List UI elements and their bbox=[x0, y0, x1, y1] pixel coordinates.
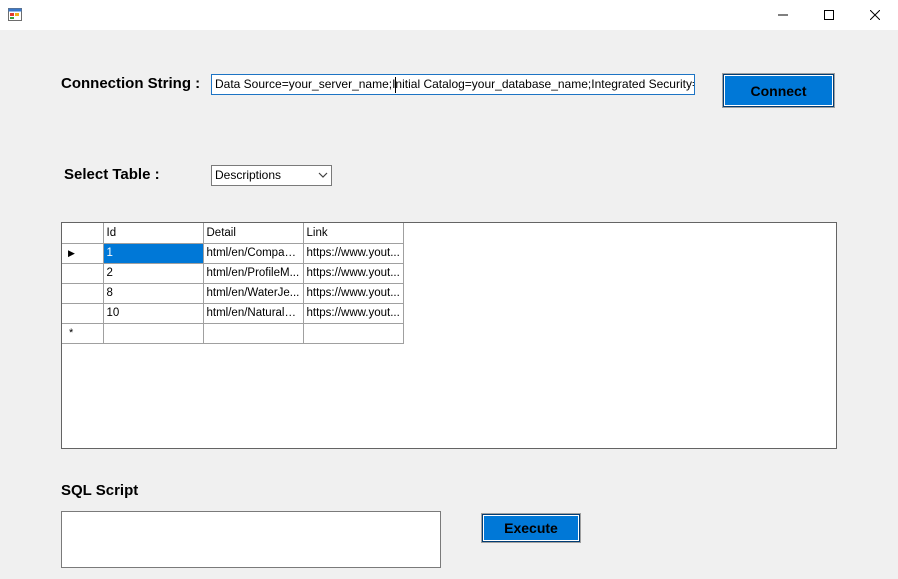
cell-detail[interactable]: html/en/WaterJe... bbox=[202, 282, 304, 304]
app-icon bbox=[8, 8, 22, 21]
cell-detail-text: html/en/NaturalS... bbox=[206, 307, 301, 319]
cell-id[interactable]: 2 bbox=[102, 262, 204, 284]
sql-script-label: SQL Script bbox=[61, 482, 139, 499]
text-caret bbox=[395, 77, 396, 93]
connection-string-label: Connection String : bbox=[61, 75, 201, 92]
column-header-id[interactable]: Id bbox=[102, 223, 204, 244]
cell-link[interactable]: https://www.yout... bbox=[302, 302, 404, 324]
cell-link[interactable]: https://www.yout... bbox=[302, 242, 404, 264]
close-button[interactable] bbox=[852, 0, 898, 30]
connection-string-input[interactable]: Data Source=your_server_name;Initial Cat… bbox=[211, 74, 695, 95]
table-row[interactable]: ▶ 1 html/en/Compact... https://www.yout.… bbox=[62, 242, 404, 264]
table-row[interactable]: 10 html/en/NaturalS... https://www.yout.… bbox=[62, 302, 404, 324]
table-row[interactable]: 2 html/en/ProfileM... https://www.yout..… bbox=[62, 262, 404, 284]
cell-link-text: https://www.yout... bbox=[306, 267, 400, 279]
sql-script-textarea[interactable] bbox=[61, 511, 441, 568]
grid-header-row: Id Detail Link bbox=[62, 223, 404, 244]
row-header[interactable] bbox=[62, 282, 104, 304]
column-header-link[interactable]: Link bbox=[302, 223, 404, 244]
data-grid[interactable]: Id Detail Link ▶ 1 html/en/Compact... ht… bbox=[61, 222, 837, 449]
row-header[interactable]: * bbox=[62, 322, 104, 344]
data-grid-table: Id Detail Link ▶ 1 html/en/Compact... ht… bbox=[62, 223, 404, 344]
cell-link-text: https://www.yout... bbox=[306, 307, 400, 319]
minimize-button[interactable] bbox=[760, 0, 806, 30]
table-select-value: Descriptions bbox=[215, 168, 282, 182]
title-bar bbox=[0, 0, 898, 30]
row-header[interactable] bbox=[62, 262, 104, 284]
cell-detail[interactable] bbox=[202, 322, 304, 344]
grid-corner-header[interactable] bbox=[62, 223, 104, 244]
cell-link-text: https://www.yout... bbox=[306, 247, 400, 259]
maximize-button[interactable] bbox=[806, 0, 852, 30]
execute-button[interactable]: Execute bbox=[481, 513, 581, 543]
row-header[interactable] bbox=[62, 302, 104, 324]
cell-detail-text: html/en/Compact... bbox=[206, 247, 301, 259]
select-table-label: Select Table : bbox=[64, 166, 160, 183]
close-icon bbox=[870, 10, 880, 20]
cell-id[interactable] bbox=[102, 322, 204, 344]
current-row-arrow-icon: ▶ bbox=[68, 248, 75, 258]
cell-detail-text: html/en/WaterJe... bbox=[206, 287, 300, 299]
connect-button[interactable]: Connect bbox=[722, 73, 835, 108]
table-row[interactable]: 8 html/en/WaterJe... https://www.yout... bbox=[62, 282, 404, 304]
cell-id[interactable]: 10 bbox=[102, 302, 204, 324]
new-row[interactable]: * bbox=[62, 322, 404, 344]
cell-link-text: https://www.yout... bbox=[306, 287, 400, 299]
cell-link[interactable] bbox=[302, 322, 404, 344]
row-header[interactable]: ▶ bbox=[62, 242, 104, 264]
cell-detail-text: html/en/ProfileM... bbox=[206, 267, 300, 279]
cell-detail[interactable]: html/en/NaturalS... bbox=[202, 302, 304, 324]
cell-id[interactable]: 1 bbox=[102, 242, 204, 264]
cell-detail[interactable]: html/en/Compact... bbox=[202, 242, 304, 264]
cell-link[interactable]: https://www.yout... bbox=[302, 282, 404, 304]
cell-detail[interactable]: html/en/ProfileM... bbox=[202, 262, 304, 284]
cell-link[interactable]: https://www.yout... bbox=[302, 262, 404, 284]
table-select-dropdown[interactable]: Descriptions bbox=[211, 165, 332, 186]
maximize-icon bbox=[824, 10, 834, 20]
new-row-icon: * bbox=[69, 327, 74, 339]
chevron-down-icon[interactable] bbox=[318, 171, 328, 179]
cell-id[interactable]: 8 bbox=[102, 282, 204, 304]
column-header-detail[interactable]: Detail bbox=[202, 223, 304, 244]
minimize-icon bbox=[778, 14, 788, 16]
